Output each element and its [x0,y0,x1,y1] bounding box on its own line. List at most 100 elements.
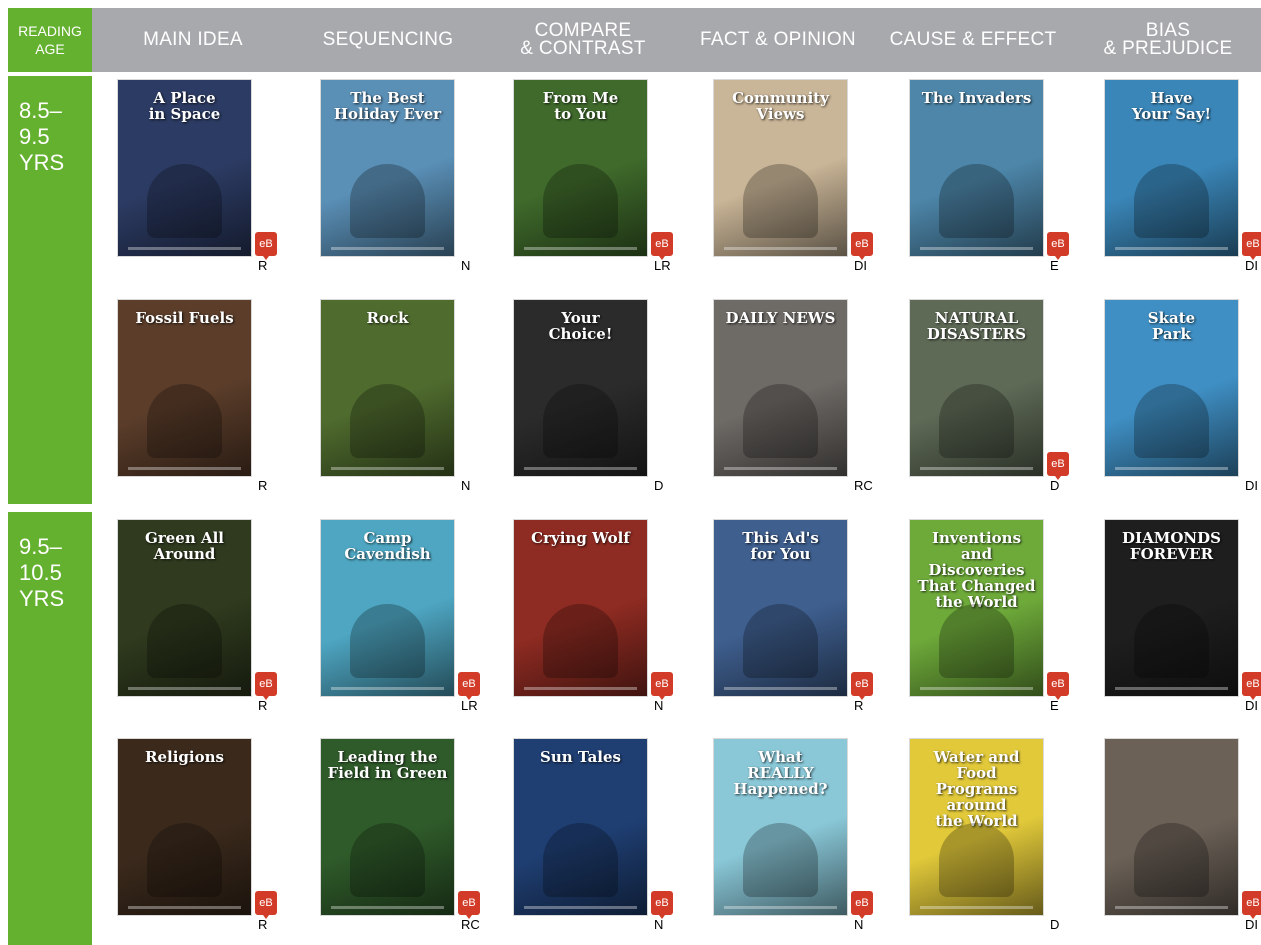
book-cover[interactable]: Leading the Field in Green [321,739,454,915]
book-level-code: R [258,917,268,932]
ebook-badge-icon[interactable]: eB [1047,452,1069,480]
book-item[interactable]: From Me to You eB LR [514,80,674,280]
book-item[interactable]: Skate Park DI [1105,300,1261,500]
book-title: Have Your Say! [1131,89,1212,123]
book-cover[interactable]: A Place in Space [118,80,251,256]
book-item[interactable]: NATURAL DISASTERS eB D [910,300,1070,500]
cover-illustration [350,384,425,458]
ebook-badge-icon[interactable]: eB [651,672,673,700]
ebook-badge-icon[interactable]: eB [255,672,277,700]
book-title: A Place in Space [148,89,221,123]
book-item[interactable]: DAILY NEWS RC [714,300,874,500]
ebook-badge-icon[interactable]: eB [1242,891,1261,919]
book-item[interactable]: Inventions and Discoveries That Changed … [910,520,1070,720]
book-cover[interactable]: Inventions and Discoveries That Changed … [910,520,1043,696]
book-level-code: D [654,478,664,493]
book-cover[interactable]: Camp Cavendish [321,520,454,696]
book-item[interactable]: Your Choice! D [514,300,674,500]
ebook-badge-icon[interactable]: eB [851,232,873,260]
book-cover[interactable]: DIAMONDS FOREVER [1105,520,1238,696]
ebook-badge-icon[interactable]: eB [1047,232,1069,260]
book-cover[interactable]: From Me to You [514,80,647,256]
book-item[interactable]: Leading the Field in Green eB RC [321,739,481,939]
book-level-code: D [1050,478,1060,493]
ebook-badge-icon[interactable]: eB [651,891,673,919]
book-item[interactable]: Camp Cavendish eB LR [321,520,481,720]
column-header-cause-effect: CAUSE & EFFECT [889,29,1057,50]
cover-illustration [543,384,618,458]
book-item[interactable]: Have Your Say! eB DI [1105,80,1261,280]
book-level-code: N [654,698,664,713]
reading-age-header: READING AGE [8,8,92,72]
cover-author-strip [920,687,1033,690]
book-cover[interactable]: What REALLY Happened? [714,739,847,915]
cover-illustration [350,164,425,238]
book-item[interactable]: Community Views eB DI [714,80,874,280]
book-item[interactable]: Water and Food Programs around the World… [910,739,1070,939]
ebook-badge-icon[interactable]: eB [255,232,277,260]
book-level-code: N [461,258,471,273]
cover-author-strip [724,687,837,690]
book-cover[interactable]: The Best Holiday Ever [321,80,454,256]
book-level-code: DI [1245,698,1258,713]
book-cover[interactable]: Religions [118,739,251,915]
book-cover[interactable]: This Ad's for You [714,520,847,696]
book-cover[interactable]: Crying Wolf [514,520,647,696]
ebook-badge-icon[interactable]: eB [458,891,480,919]
book-cover[interactable]: NATURAL DISASTERS [910,300,1043,476]
book-cover[interactable]: Green All Around [118,520,251,696]
book-cover[interactable]: Rock [321,300,454,476]
ebook-badge-icon[interactable]: eB [1242,232,1261,260]
ebook-badge-icon[interactable]: eB [851,891,873,919]
cover-author-strip [724,906,837,909]
ebook-badge-icon[interactable]: eB [651,232,673,260]
book-cover[interactable]: DAILY NEWS [714,300,847,476]
book-cover[interactable]: Sun Tales [514,739,647,915]
book-item[interactable]: Crying Wolf eB N [514,520,674,720]
book-level-code: LR [461,698,478,713]
book-cover[interactable]: Have Your Say! [1105,80,1238,256]
book-item[interactable]: Religions eB R [118,739,278,939]
book-item[interactable]: DIAMONDS FOREVER eB DI [1105,520,1261,720]
book-level-code: LR [654,258,671,273]
book-cover[interactable] [1105,739,1238,915]
book-item[interactable]: The Invaders eB E [910,80,1070,280]
book-cover[interactable]: Fossil Fuels [118,300,251,476]
book-item[interactable]: A Place in Space eB R [118,80,278,280]
cover-author-strip [128,247,241,250]
ebook-badge-icon[interactable]: eB [851,672,873,700]
book-cover[interactable]: Skate Park [1105,300,1238,476]
book-item[interactable]: What REALLY Happened? eB N [714,739,874,939]
book-item[interactable]: eB DI [1105,739,1261,939]
ebook-badge-icon[interactable]: eB [458,672,480,700]
book-cover[interactable]: Community Views [714,80,847,256]
book-level-code: DI [1245,917,1258,932]
book-title: The Invaders [921,89,1032,107]
cover-illustration [1134,604,1209,678]
book-cover[interactable]: The Invaders [910,80,1043,256]
book-item[interactable]: This Ad's for You eB R [714,520,874,720]
book-level-code: N [461,478,471,493]
book-cover[interactable]: Water and Food Programs around the World [910,739,1043,915]
cover-author-strip [331,247,444,250]
cover-author-strip [128,467,241,470]
book-item[interactable]: The Best Holiday Ever N [321,80,481,280]
cover-author-strip [524,906,637,909]
book-cover[interactable]: Your Choice! [514,300,647,476]
column-header-fact-opinion: FACT & OPINION [700,29,856,50]
cover-illustration [743,164,818,238]
ebook-badge-icon[interactable]: eB [255,891,277,919]
ebook-badge-icon[interactable]: eB [1242,672,1261,700]
book-item[interactable]: Rock N [321,300,481,500]
book-item[interactable]: Sun Tales eB N [514,739,674,939]
book-title: Skate Park [1147,309,1196,343]
book-item[interactable]: Fossil Fuels R [118,300,278,500]
cover-author-strip [331,467,444,470]
cover-illustration [743,384,818,458]
book-level-code: R [258,478,268,493]
cover-author-strip [331,687,444,690]
cover-author-strip [128,906,241,909]
column-header-compare-contrast: COMPARE & CONTRAST [520,20,646,59]
book-item[interactable]: Green All Around eB R [118,520,278,720]
ebook-badge-icon[interactable]: eB [1047,672,1069,700]
